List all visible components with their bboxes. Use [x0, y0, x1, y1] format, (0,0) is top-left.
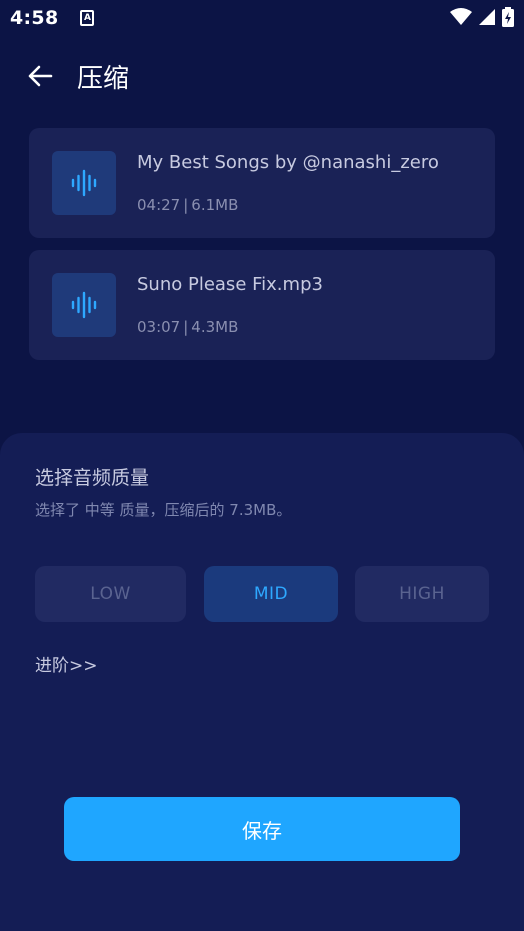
status-time: 4:58 — [10, 7, 59, 29]
quality-high-button[interactable]: HIGH — [355, 566, 489, 622]
back-button[interactable] — [24, 60, 56, 92]
file-duration: 04:27 — [137, 196, 181, 214]
signal-icon — [479, 9, 495, 25]
wifi-icon — [450, 8, 472, 25]
quality-low-button[interactable]: LOW — [35, 566, 186, 622]
battery-icon — [502, 7, 514, 27]
file-thumbnail — [52, 151, 116, 215]
file-meta: 03:07 | 4.3MB — [137, 318, 238, 336]
status-bar: 4:58 A — [0, 0, 524, 36]
file-size: 6.1MB — [191, 196, 239, 214]
app-bar: 压缩 — [0, 50, 524, 100]
save-button[interactable]: 保存 — [64, 797, 460, 861]
file-meta: 04:27 | 6.1MB — [137, 196, 238, 214]
advanced-link[interactable]: 进阶>> — [35, 651, 98, 676]
accessibility-a-icon: A — [80, 10, 95, 26]
arrow-left-icon — [28, 65, 53, 87]
file-size: 4.3MB — [191, 318, 239, 336]
file-thumbnail — [52, 273, 116, 337]
audio-wave-icon — [71, 291, 97, 319]
status-icons — [450, 7, 514, 27]
meta-separator: | — [183, 318, 189, 336]
sheet-title: 选择音频质量 — [35, 467, 150, 489]
file-name: My Best Songs by @nanashi_zero — [137, 152, 439, 173]
sheet-description: 选择了 中等 质量，压缩后的 7.3MB。 — [35, 501, 292, 519]
file-duration: 03:07 — [137, 318, 181, 336]
audio-wave-icon — [71, 169, 97, 197]
file-name: Suno Please Fix.mp3 — [137, 274, 323, 295]
quality-sheet: 选择音频质量 选择了 中等 质量，压缩后的 7.3MB。 LOW MID HIG… — [0, 433, 524, 931]
file-card[interactable]: Suno Please Fix.mp3 03:07 | 4.3MB — [29, 250, 495, 360]
file-card[interactable]: My Best Songs by @nanashi_zero 04:27 | 6.1… — [29, 128, 495, 238]
quality-mid-button[interactable]: MID — [204, 566, 338, 622]
meta-separator: | — [183, 196, 189, 214]
page-title: 压缩 — [77, 64, 130, 94]
